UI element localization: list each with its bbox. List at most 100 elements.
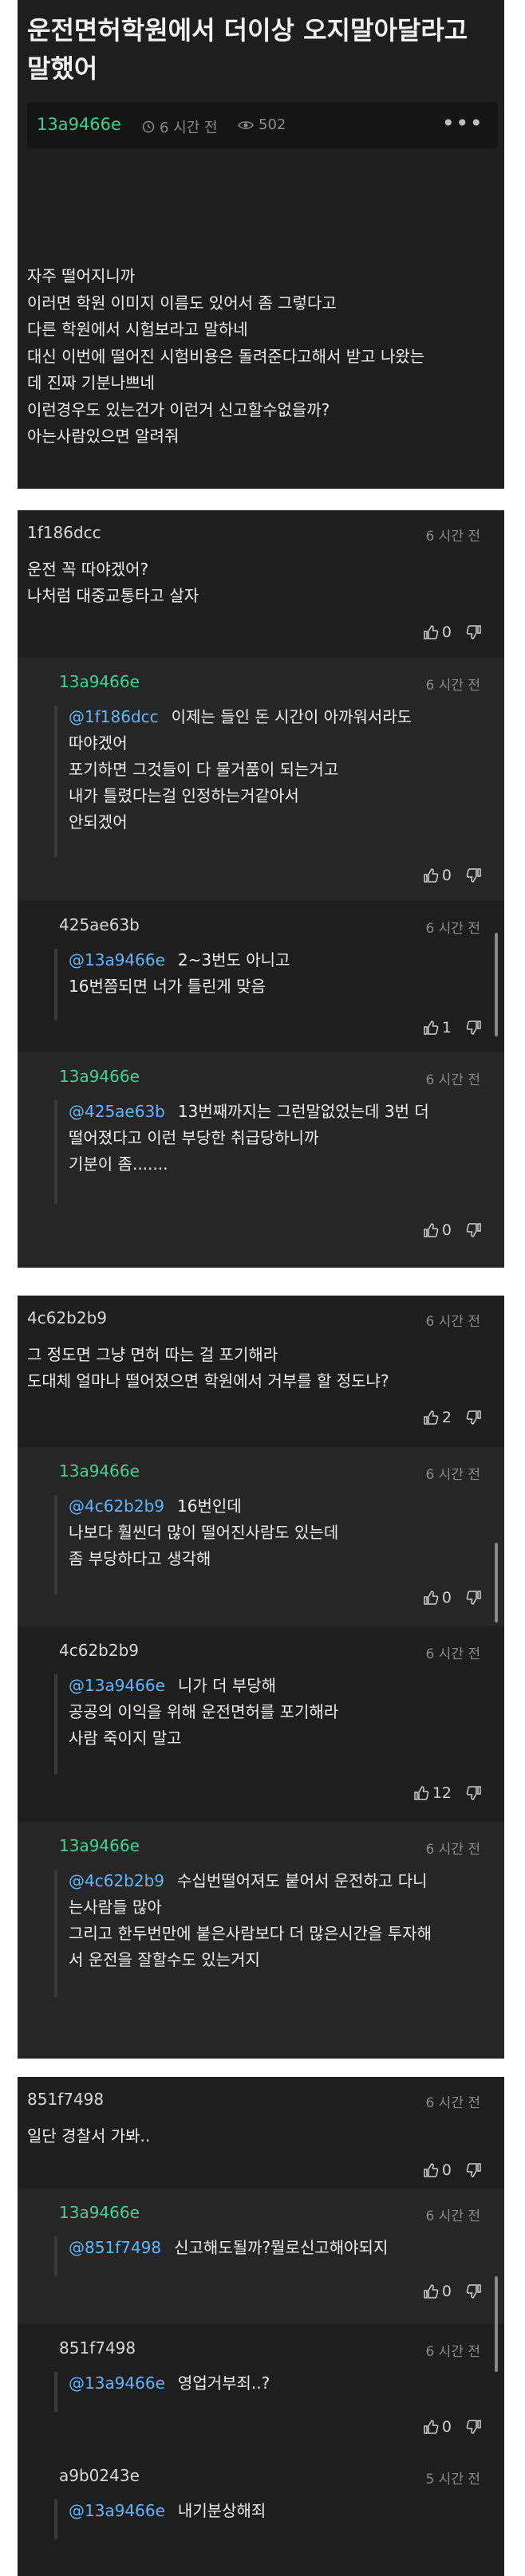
comment-line: 내가 틀렸다는걸 인정하는거같아서 <box>69 786 299 805</box>
comment-line: 기분이 좀....... <box>69 1154 168 1174</box>
comment-reply: 13a9466e 6 시간 전 @4c62b2b9 수십번떨어져도 붙어서 운전하… <box>18 1822 504 2059</box>
comment-reply: 425ae63b 6 시간 전 @13a9466e 2~3번도 아니고 16번쯤되… <box>18 901 504 1052</box>
comment-author[interactable]: 13a9466e <box>59 1461 140 1481</box>
comment-line: 그 정도면 그냥 면허 따는 걸 포기해라 <box>27 1345 278 1364</box>
comment-thread: 1f186dcc 6 시간 전 운전 꼭 따야겠어? 나처럼 대중교통타고 살자… <box>18 510 504 1268</box>
comment: 4c62b2b9 6 시간 전 그 정도면 그냥 면허 따는 걸 포기해라 도대… <box>18 1296 504 1447</box>
mention[interactable]: @1f186dcc <box>69 707 159 726</box>
upvote-button[interactable]: 2 <box>423 1409 452 1426</box>
clock-icon <box>142 120 155 133</box>
comment-author[interactable]: 13a9466e <box>59 672 140 691</box>
scrollbar[interactable] <box>495 2276 498 2372</box>
upvote-count: 0 <box>441 1589 452 1607</box>
comment-author[interactable]: 1f186dcc <box>27 523 101 542</box>
mention[interactable]: @13a9466e <box>69 950 165 969</box>
downvote-button[interactable] <box>466 1020 482 1036</box>
upvote-button[interactable]: 0 <box>423 2418 452 2436</box>
comment-author[interactable]: 4c62b2b9 <box>27 1308 107 1327</box>
comment-line: 이제는 들인 돈 시간이 아까워서라도 <box>171 707 412 726</box>
downvote-button[interactable] <box>466 1785 482 1801</box>
comment-author[interactable]: a9b0243e <box>59 2466 140 2485</box>
post-body-line: 아는사람있으면 알려줘 <box>27 427 180 446</box>
comment-time: 6 시간 전 <box>425 529 480 545</box>
downvote-button[interactable] <box>466 1410 482 1426</box>
comment-time: 6 시간 전 <box>425 1314 480 1330</box>
upvote-button[interactable]: 0 <box>423 1221 452 1239</box>
thumbs-up-icon <box>424 1223 439 1237</box>
upvote-button[interactable]: 0 <box>423 2161 452 2179</box>
downvote-button[interactable] <box>466 1590 482 1606</box>
more-options-icon[interactable]: ••• <box>441 110 484 136</box>
mention[interactable]: @13a9466e <box>69 2501 165 2520</box>
downvote-button[interactable] <box>466 1222 482 1238</box>
comment-line: 16번인데 <box>177 1496 242 1516</box>
comment-text: 일단 경찰서 가봐.. <box>27 2123 150 2149</box>
comment-author[interactable]: 13a9466e <box>59 2203 140 2222</box>
comment-text: 운전 꼭 따야겠어? 나처럼 대중교통타고 살자 <box>27 556 199 609</box>
mention[interactable]: @425ae63b <box>69 1102 165 1121</box>
comment-author[interactable]: 13a9466e <box>59 1067 140 1086</box>
upvote-button[interactable]: 12 <box>413 1784 452 1802</box>
upvote-button[interactable]: 1 <box>423 1019 452 1036</box>
upvote-button[interactable]: 0 <box>423 623 452 641</box>
downvote-button[interactable] <box>466 867 482 883</box>
mention[interactable]: @4c62b2b9 <box>69 1871 164 1890</box>
comment-line: 13번째까지는 그런말없었는데 3번 더 <box>177 1102 429 1121</box>
comment-line: 그리고 한두번만에 붙은사람보다 더 많은시간을 투자해 <box>69 1924 432 1943</box>
vote-bar: 0 <box>423 2283 482 2300</box>
quote-bar <box>54 2499 57 2539</box>
mention[interactable]: @13a9466e <box>69 2373 165 2393</box>
thumbs-up-icon <box>424 2163 439 2177</box>
quote-bar <box>54 949 57 1021</box>
comment-line: 신고해도될까?뭘로신고해야되지 <box>174 2238 389 2257</box>
post-body-line: 이러면 학원 이미지 이름도 있어서 좀 그렇다고 <box>27 293 337 313</box>
upvote-button[interactable]: 0 <box>423 1589 452 1607</box>
comment-text: @4c62b2b9 수십번떨어져도 붙어서 운전하고 다니 는사람들 많아 그리고… <box>69 1868 432 1973</box>
downvote-button[interactable] <box>466 2283 482 2299</box>
downvote-button[interactable] <box>466 2419 482 2435</box>
comment-author[interactable]: 851f7498 <box>27 2090 104 2109</box>
comment-line: 16번쯤되면 너가 틀린게 맞음 <box>69 977 266 996</box>
downvote-button[interactable] <box>466 2162 482 2178</box>
comment-line: 는사람들 많아 <box>69 1898 162 1917</box>
comment-time: 6 시간 전 <box>425 1842 480 1858</box>
post-meta-bar: 13a9466e 6 시간 전 502 ••• <box>27 102 498 148</box>
mention[interactable]: @851f7498 <box>69 2238 161 2257</box>
comment-line: 공공의 이익을 위해 운전면허를 포기해라 <box>69 1702 339 1721</box>
scrollbar[interactable] <box>495 933 498 1036</box>
comment-line: 내기분상해죄 <box>177 2501 266 2520</box>
upvote-count: 0 <box>441 1221 452 1239</box>
quote-bar <box>54 1495 57 1595</box>
thumbs-up-icon <box>424 2420 439 2434</box>
downvote-button[interactable] <box>466 624 482 640</box>
comment-reply: a9b0243e 5 시간 전 @13a9466e 내기분상해죄 <box>18 2452 504 2576</box>
upvote-button[interactable]: 0 <box>423 867 452 884</box>
comment-text: @1f186dcc 이제는 들인 돈 시간이 아까워서라도 따야겠어 포기하면 그… <box>69 704 412 836</box>
post-time: 6 시간 전 <box>142 116 218 137</box>
mention[interactable]: @13a9466e <box>69 1676 165 1695</box>
vote-bar: 12 <box>413 1784 482 1802</box>
comment-author[interactable]: 851f7498 <box>59 2338 136 2358</box>
thumbs-down-icon <box>466 1410 481 1425</box>
post-author[interactable]: 13a9466e <box>37 115 121 134</box>
comment-author[interactable]: 4c62b2b9 <box>59 1641 139 1660</box>
comment-author[interactable]: 13a9466e <box>59 1836 140 1855</box>
upvote-button[interactable]: 0 <box>423 2283 452 2300</box>
comment-reply: 13a9466e 6 시간 전 @425ae63b 13번째까지는 그런말없었는데… <box>18 1052 504 1268</box>
comment-thread: 4c62b2b9 6 시간 전 그 정도면 그냥 면허 따는 걸 포기해라 도대… <box>18 1296 504 2059</box>
comment-time: 6 시간 전 <box>425 1646 480 1662</box>
comment-line: 좀 부당하다고 생각해 <box>69 1549 211 1568</box>
vote-bar: 1 <box>423 1019 482 1036</box>
comment-author[interactable]: 425ae63b <box>59 915 140 934</box>
thumbs-up-icon <box>424 625 439 639</box>
comment-line: 나보다 훨씬더 많이 떨어진사람도 있는데 <box>69 1523 339 1542</box>
thumbs-up-icon <box>424 1021 439 1035</box>
vote-bar: 0 <box>423 2161 482 2179</box>
comment-text: @13a9466e 2~3번도 아니고 16번쯤되면 너가 틀린게 맞음 <box>69 947 290 1000</box>
thumbs-up-icon <box>414 1786 429 1800</box>
thumbs-down-icon <box>466 2420 481 2434</box>
mention[interactable]: @4c62b2b9 <box>69 1496 164 1516</box>
scrollbar[interactable] <box>495 1543 498 1622</box>
comment-line: 사람 죽이지 말고 <box>69 1728 182 1748</box>
upvote-count: 0 <box>441 623 452 641</box>
